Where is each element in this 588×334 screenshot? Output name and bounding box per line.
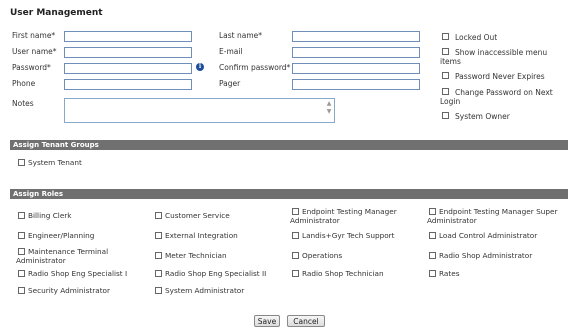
- phone-input[interactable]: [64, 79, 192, 90]
- role-radio-shop-eng-specialist-1[interactable]: Radio Shop Eng Specialist I: [18, 269, 127, 278]
- role-endpoint-testing-manager-super-admin[interactable]: Endpoint Testing Manager Super Administr…: [427, 207, 567, 225]
- role-security-admin[interactable]: Security Administrator: [18, 286, 110, 295]
- checkbox[interactable]: [18, 212, 25, 219]
- role-radio-shop-technician[interactable]: Radio Shop Technician: [292, 269, 384, 278]
- checkbox[interactable]: [155, 270, 162, 277]
- checkbox[interactable]: [292, 208, 299, 215]
- checkbox[interactable]: [292, 232, 299, 239]
- role-system-admin[interactable]: System Administrator: [155, 286, 244, 295]
- system-owner-checkbox[interactable]: [442, 112, 449, 119]
- user-name-input[interactable]: [64, 47, 192, 58]
- password-never-expires-checkbox[interactable]: [442, 72, 449, 79]
- user-name-label: User name*: [12, 47, 57, 56]
- password-input[interactable]: [64, 63, 192, 74]
- notes-label: Notes: [12, 99, 34, 108]
- checkbox[interactable]: [429, 208, 436, 215]
- checkbox[interactable]: [18, 287, 25, 294]
- role-external-integration[interactable]: External Integration: [155, 231, 238, 240]
- role-radio-shop-admin[interactable]: Radio Shop Administrator: [429, 251, 532, 260]
- email-label: E-mail: [219, 47, 243, 56]
- checkbox[interactable]: [155, 212, 162, 219]
- locked-out-label: Locked Out: [455, 33, 498, 42]
- checkbox[interactable]: [292, 270, 299, 277]
- checkbox[interactable]: [18, 232, 25, 239]
- scroll-arrows-icon[interactable]: ▲ ▼: [325, 100, 333, 121]
- first-name-input[interactable]: [64, 31, 192, 42]
- info-icon[interactable]: i: [196, 63, 204, 71]
- phone-label: Phone: [12, 79, 36, 88]
- last-name-label: Last name*: [219, 31, 263, 40]
- password-never-expires-label: Password Never Expires: [455, 72, 545, 81]
- cancel-button[interactable]: Cancel: [287, 315, 325, 327]
- role-rates[interactable]: Rates: [429, 269, 460, 278]
- email-input[interactable]: [292, 47, 420, 58]
- notes-textarea[interactable]: ▲ ▼: [64, 98, 335, 123]
- checkbox[interactable]: [155, 287, 162, 294]
- tenant-groups-header: Assign Tenant Groups: [10, 140, 568, 150]
- password-label: Password*: [12, 63, 51, 72]
- role-operations[interactable]: Operations: [292, 251, 342, 260]
- page-title: User Management: [10, 8, 103, 18]
- show-inaccessible-label: Show inaccessible menu: [455, 48, 548, 57]
- role-engineer-planning[interactable]: Engineer/Planning: [18, 231, 94, 240]
- checkbox[interactable]: [429, 270, 436, 277]
- confirm-password-input[interactable]: [292, 63, 420, 74]
- checkbox[interactable]: [18, 248, 25, 255]
- role-meter-technician[interactable]: Meter Technician: [155, 251, 227, 260]
- system-owner-label: System Owner: [455, 112, 510, 121]
- tenant-item-system-tenant[interactable]: System Tenant: [18, 158, 82, 167]
- role-maintenance-terminal-admin[interactable]: Maintenance Terminal Administrator: [16, 247, 136, 265]
- checkbox[interactable]: [429, 252, 436, 259]
- checkbox[interactable]: [429, 232, 436, 239]
- checkbox[interactable]: [18, 159, 25, 166]
- change-password-label: Change Password on Next: [455, 88, 553, 97]
- checkbox[interactable]: [155, 232, 162, 239]
- confirm-password-label: Confirm password*: [219, 63, 291, 72]
- checkbox[interactable]: [18, 270, 25, 277]
- save-button[interactable]: Save: [254, 315, 280, 327]
- pager-input[interactable]: [292, 79, 420, 90]
- checkbox[interactable]: [155, 252, 162, 259]
- pager-label: Pager: [219, 79, 241, 88]
- last-name-input[interactable]: [292, 31, 420, 42]
- show-inaccessible-checkbox[interactable]: [442, 48, 449, 55]
- locked-out-checkbox[interactable]: [442, 33, 449, 40]
- first-name-label: First name*: [12, 31, 56, 40]
- role-load-control-admin[interactable]: Load Control Administrator: [429, 231, 537, 240]
- role-endpoint-testing-manager-admin[interactable]: Endpoint Testing Manager Administrator: [290, 207, 415, 225]
- role-customer-service[interactable]: Customer Service: [155, 211, 230, 220]
- checkbox[interactable]: [292, 252, 299, 259]
- role-landis-gyr-tech-support[interactable]: Landis+Gyr Tech Support: [292, 231, 395, 240]
- change-password-label-cont: Login: [440, 97, 461, 106]
- show-inaccessible-label-cont: items: [440, 57, 461, 66]
- role-billing-clerk[interactable]: Billing Clerk: [18, 211, 72, 220]
- change-password-checkbox[interactable]: [442, 88, 449, 95]
- roles-header: Assign Roles: [10, 189, 568, 199]
- role-radio-shop-eng-specialist-2[interactable]: Radio Shop Eng Specialist II: [155, 269, 266, 278]
